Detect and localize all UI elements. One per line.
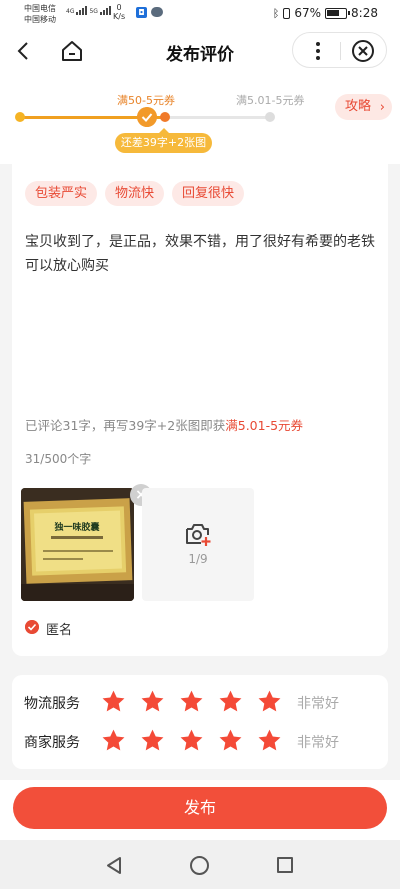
strategy-label: 攻略 <box>345 99 372 114</box>
star-icon[interactable] <box>101 728 126 753</box>
battery-percent: 67% <box>294 6 322 20</box>
carrier-info: 中国电信 中国移动 <box>24 3 56 25</box>
star-rating <box>101 689 282 714</box>
speed-unit: K/s <box>113 12 126 21</box>
close-icon[interactable] <box>351 39 375 63</box>
anonymous-checkbox[interactable] <box>25 620 39 634</box>
message-icon <box>151 7 163 17</box>
star-icon[interactable] <box>101 689 126 714</box>
vibrate-icon <box>283 7 291 19</box>
signal-icon <box>99 5 111 15</box>
carrier-1: 中国电信 <box>24 4 56 13</box>
rating-card: 物流服务 非常好 商家服务 非常好 <box>12 675 388 769</box>
reward-hint-text: 已评论31字，再写39字+2张图即获 <box>25 418 226 433</box>
rating-label: 物流服务 <box>24 696 80 712</box>
signal-icons: 4G 5G <box>66 5 111 15</box>
reward-hint: 已评论31字，再写39字+2张图即获满5.01-5元券 <box>25 415 303 434</box>
uploaded-photo[interactable]: 独一味胶囊 <box>21 488 134 601</box>
camera-add-icon <box>186 524 211 546</box>
nav-back-icon[interactable] <box>105 856 123 875</box>
more-icon[interactable] <box>307 40 329 62</box>
star-icon[interactable] <box>257 728 282 753</box>
review-tags: 包装严实 物流快 回复很快 <box>25 181 245 206</box>
photo-count: 1/9 <box>188 552 208 566</box>
star-icon[interactable] <box>179 689 204 714</box>
rating-text: 非常好 <box>297 735 339 751</box>
app-notification-icon: ◘ <box>136 7 147 18</box>
add-photo-button[interactable]: 1/9 <box>142 488 254 601</box>
net-type-1: 4G <box>66 8 75 15</box>
carrier-2: 中国移动 <box>24 15 56 24</box>
system-nav-bar <box>0 840 400 889</box>
nav-recent-icon[interactable] <box>277 857 293 873</box>
strategy-button[interactable]: 攻略 › <box>335 94 392 120</box>
review-textarea[interactable]: 宝贝收到了，是正品，效果不错，用了很好有希要的老铁可以放心购买 <box>25 230 375 278</box>
rating-row-logistics: 物流服务 非常好 <box>24 687 384 717</box>
publish-button[interactable]: 发布 <box>13 787 387 829</box>
progress-tip: 还差39字+2张图 <box>115 128 212 153</box>
reward-hint-highlight: 满5.01-5元券 <box>225 418 304 433</box>
char-counter: 31/500个字 <box>25 452 92 466</box>
capsule-divider <box>340 42 341 60</box>
chevron-right-icon: › <box>379 100 385 115</box>
star-icon[interactable] <box>218 689 243 714</box>
speed-value: 0 <box>116 3 122 12</box>
star-icon[interactable] <box>257 689 282 714</box>
status-right: ᛒ 67% 8:28 <box>273 6 378 20</box>
product-photo-image: 独一味胶囊 <box>21 488 134 601</box>
milestone-check-icon <box>137 107 157 127</box>
rating-label: 商家服务 <box>24 735 80 751</box>
star-rating <box>101 728 282 753</box>
reward-progress: 满50-5元券 满5.01-5元券 还差39字+2张图 攻略 › <box>0 72 400 164</box>
status-bar: 中国电信 中国移动 4G 5G 0 K/s ◘ ᛒ 67% 8:28 <box>0 0 400 30</box>
header: 发布评价 <box>0 30 400 72</box>
milestone-label-1: 满50-5元券 <box>117 94 175 107</box>
tag-fast-delivery[interactable]: 物流快 <box>105 181 165 206</box>
battery-icon <box>325 7 351 19</box>
rating-row-merchant: 商家服务 非常好 <box>24 726 384 756</box>
notification-icons: ◘ <box>136 7 163 18</box>
network-speed: 0 K/s <box>113 3 125 21</box>
tag-quick-reply[interactable]: 回复很快 <box>172 181 245 206</box>
anonymous-label: 匿名 <box>46 623 73 638</box>
photo-caption: 独一味胶囊 <box>53 521 100 533</box>
miniapp-capsule <box>292 32 387 68</box>
star-icon[interactable] <box>140 689 165 714</box>
clock: 8:28 <box>351 6 378 20</box>
tag-packaging[interactable]: 包装严实 <box>25 181 98 206</box>
rating-text: 非常好 <box>297 696 339 712</box>
milestone-label-2: 满5.01-5元券 <box>236 94 305 107</box>
star-icon[interactable] <box>179 728 204 753</box>
net-type-2: 5G <box>89 8 98 15</box>
progress-current-dot <box>160 112 170 122</box>
signal-icon <box>76 5 88 15</box>
progress-start-dot <box>15 112 25 122</box>
review-card: 包装严实 物流快 回复很快 宝贝收到了，是正品，效果不错，用了很好有希要的老铁可… <box>12 164 388 656</box>
star-icon[interactable] <box>218 728 243 753</box>
nav-home-icon[interactable] <box>190 856 209 875</box>
progress-end-dot <box>265 112 275 122</box>
star-icon[interactable] <box>140 728 165 753</box>
bluetooth-icon: ᛒ <box>272 6 280 20</box>
bottom-bar: 发布 <box>0 780 400 840</box>
